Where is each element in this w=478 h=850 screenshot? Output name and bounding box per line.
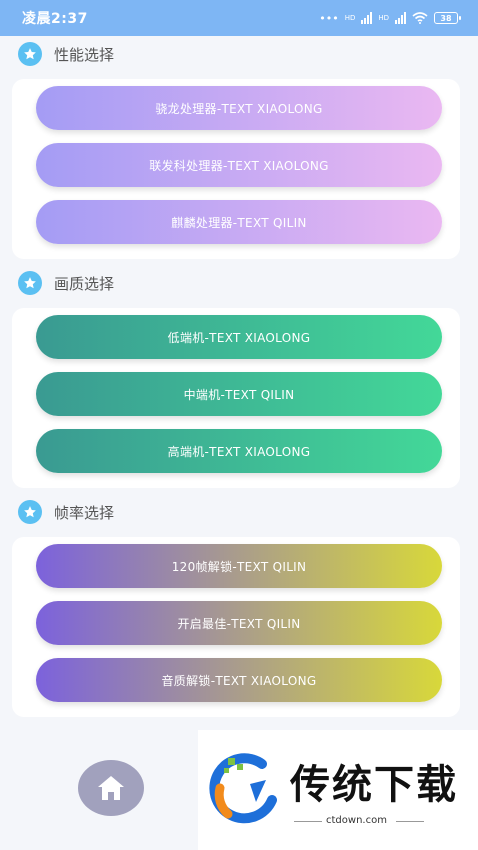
star-icon <box>18 42 42 66</box>
signal-icon-1 <box>361 12 373 24</box>
low-end-button[interactable]: 低端机-TEXT XIAOLONG <box>36 315 442 359</box>
hd-label-1: HD <box>344 14 356 22</box>
watermark-divider-left <box>294 821 322 822</box>
status-time: 凌晨2:37 <box>22 11 88 27</box>
watermark-domain: ctdown.com <box>326 815 387 826</box>
section-title-quality: 画质选择 <box>54 274 115 293</box>
home-icon <box>98 776 124 800</box>
mediatek-button[interactable]: 联发科处理器-TEXT XIAOLONG <box>36 143 442 187</box>
section-header-performance: 性能选择 <box>18 42 114 66</box>
hd-label-2: HD <box>378 14 389 22</box>
section-header-quality: 画质选择 <box>18 271 114 295</box>
section-title-framerate: 帧率选择 <box>54 503 115 522</box>
ctdown-logo-icon <box>209 753 277 824</box>
wifi-icon <box>412 12 428 24</box>
more-dots-icon: ••• <box>319 11 339 25</box>
performance-card: 骁龙处理器-TEXT XIAOLONG 联发科处理器-TEXT XIAOLONG… <box>12 79 460 259</box>
watermark-brand: 传统下载 <box>290 762 458 808</box>
status-bar: 凌晨2:37 ••• HD HD 38 <box>0 0 478 36</box>
framerate-card: 120帧解锁-TEXT QILIN 开启最佳-TEXT QILIN 音质解锁-T… <box>12 537 460 717</box>
audio-unlock-button[interactable]: 音质解锁-TEXT XIAOLONG <box>36 658 442 702</box>
star-icon <box>18 271 42 295</box>
star-icon <box>18 500 42 524</box>
section-header-framerate: 帧率选择 <box>18 500 114 524</box>
watermark-divider-right <box>396 821 424 822</box>
watermark: 传统下载 ctdown.com <box>198 730 478 850</box>
signal-icon-2 <box>395 12 406 24</box>
battery-icon: 38 <box>434 12 461 24</box>
quality-card: 低端机-TEXT XIAOLONG 中端机-TEXT QILIN 高端机-TEX… <box>12 308 460 488</box>
fps-120-button[interactable]: 120帧解锁-TEXT QILIN <box>36 544 442 588</box>
home-button[interactable] <box>78 760 144 816</box>
section-title-performance: 性能选择 <box>54 45 115 64</box>
snapdragon-button[interactable]: 骁龙处理器-TEXT XIAOLONG <box>36 86 442 130</box>
best-settings-button[interactable]: 开启最佳-TEXT QILIN <box>36 601 442 645</box>
status-icons: ••• HD HD 38 <box>319 11 461 25</box>
kirin-button[interactable]: 麒麟处理器-TEXT QILIN <box>36 200 442 244</box>
high-end-button[interactable]: 高端机-TEXT XIAOLONG <box>36 429 442 473</box>
mid-range-button[interactable]: 中端机-TEXT QILIN <box>36 372 442 416</box>
